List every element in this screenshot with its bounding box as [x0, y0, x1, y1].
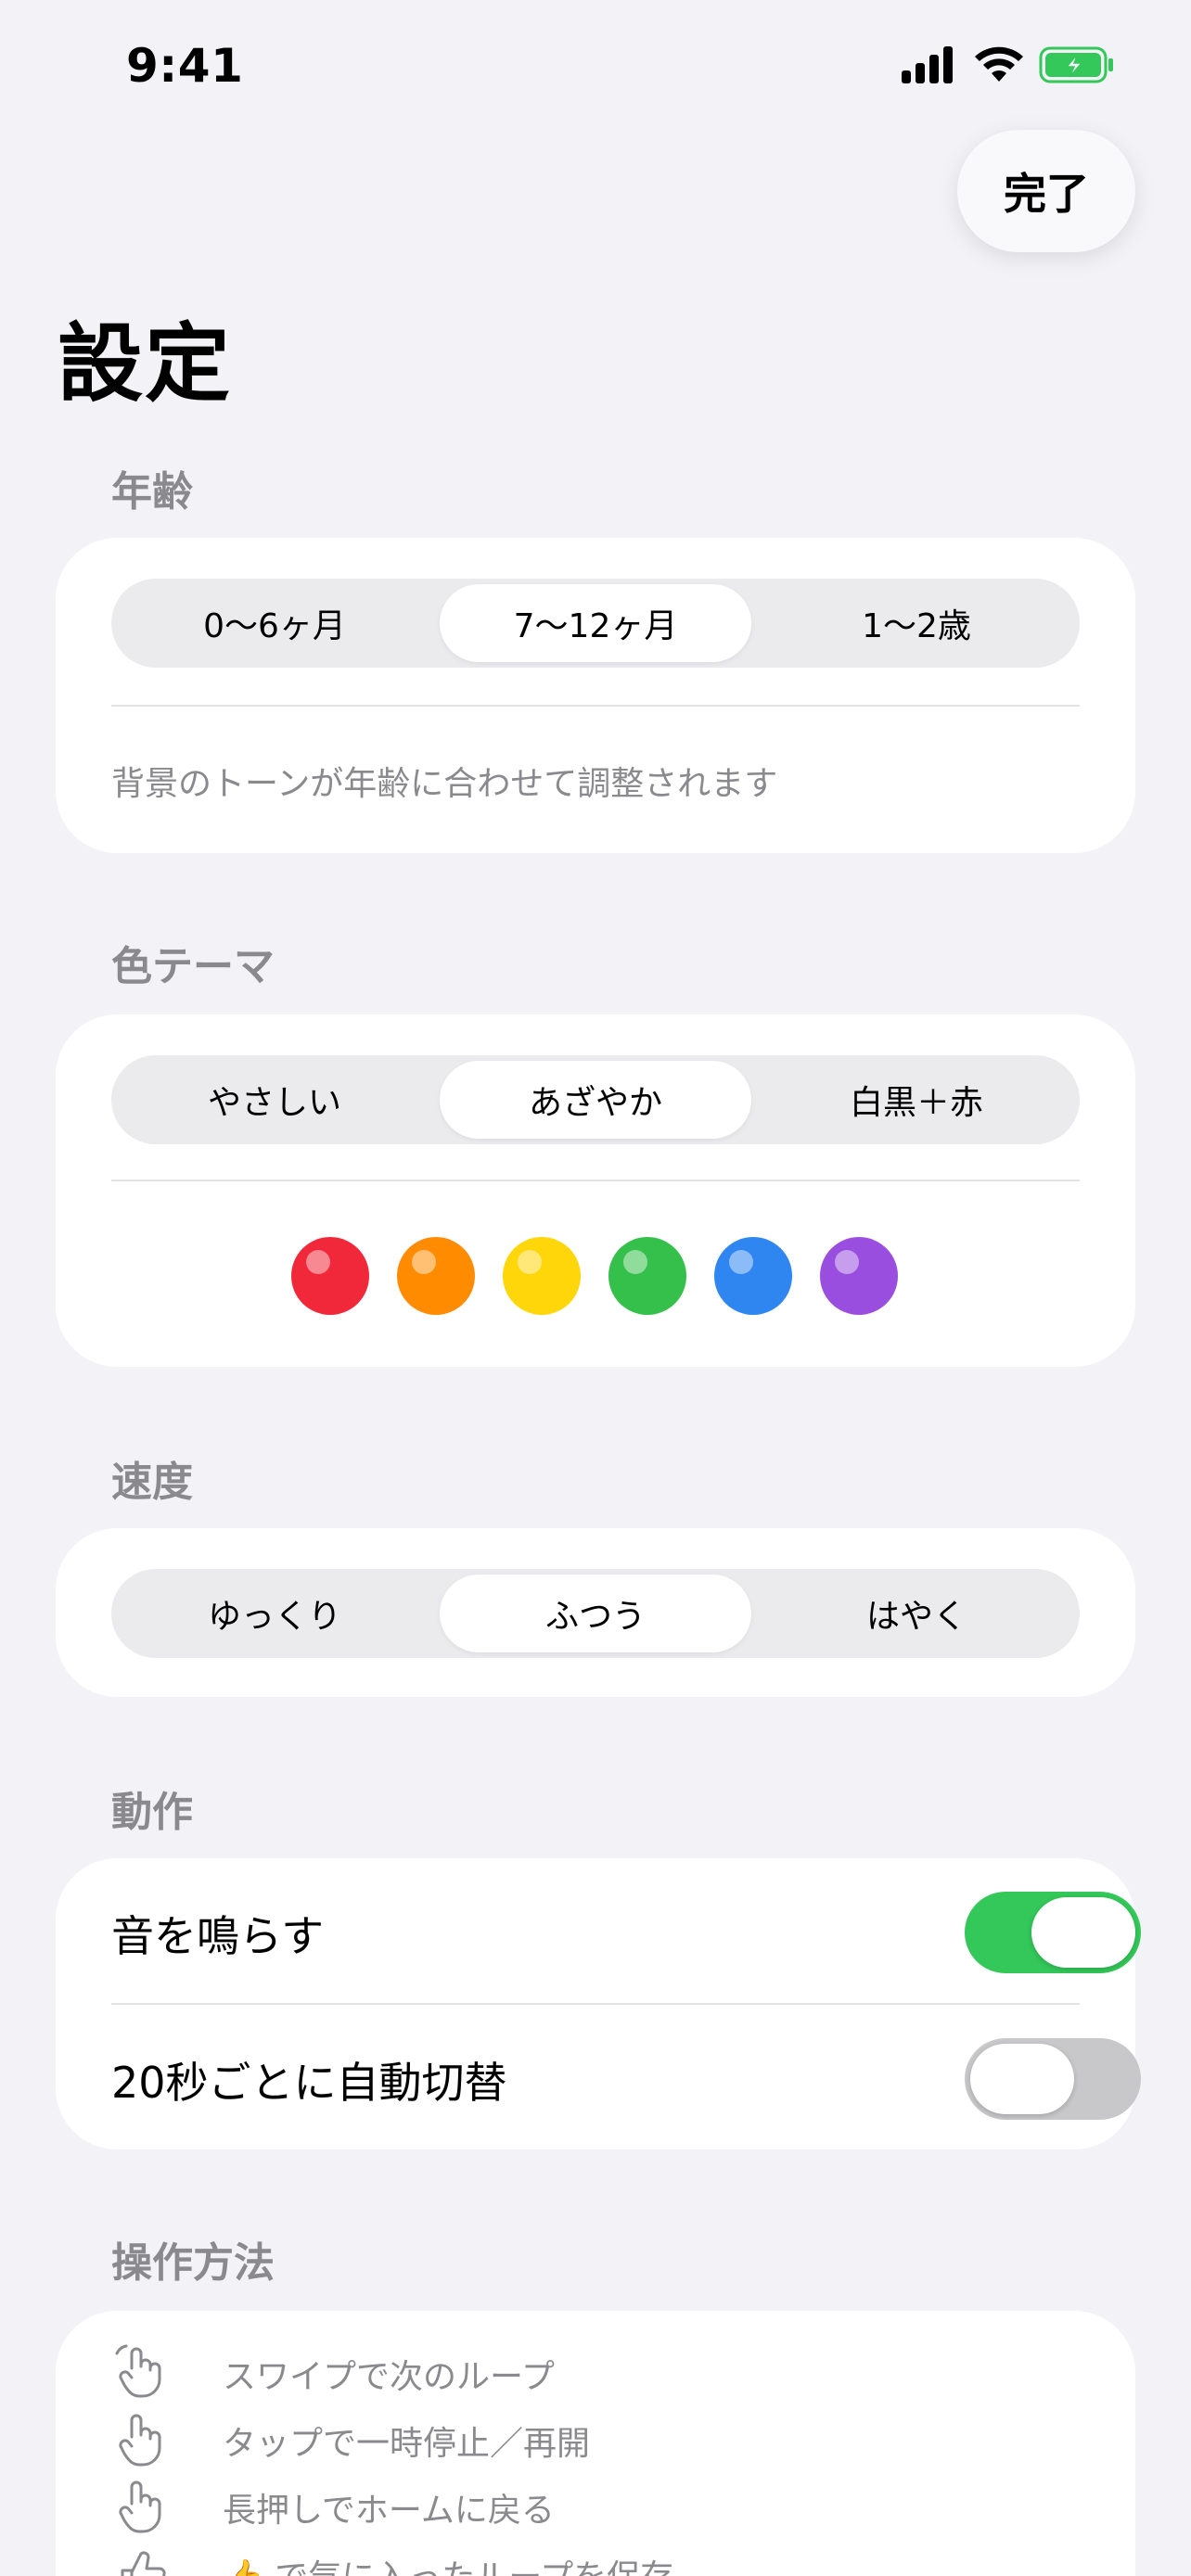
howto-text: 長押しでホームに戻る	[223, 2492, 555, 2530]
age-option-7-12m[interactable]: 7〜12ヶ月	[440, 584, 751, 662]
howto-item: タップで一時停止／再開	[111, 2411, 1039, 2467]
color-swatch-orange	[397, 1237, 475, 1315]
age-option-1-2y[interactable]: 1〜2歳	[761, 584, 1072, 662]
tap-hand-icon	[119, 2414, 161, 2467]
swipe-hand-icon	[115, 2344, 161, 2398]
thumbs-up-icon	[121, 2551, 166, 2576]
howto-item: スワイプで次のループ	[111, 2344, 1039, 2400]
cellular-signal-icon	[902, 46, 953, 83]
theme-option-gentle[interactable]: やさしい	[119, 1061, 430, 1139]
divider	[111, 2003, 1080, 2005]
color-swatch-yellow	[503, 1237, 581, 1315]
theme-option-vivid[interactable]: あざやか	[440, 1061, 751, 1139]
section-header-speed: 速度	[111, 1459, 193, 1506]
age-segmented-control: 0〜6ヶ月 7〜12ヶ月 1〜2歳	[111, 579, 1080, 668]
speed-option-fast[interactable]: はやく	[761, 1575, 1072, 1652]
toggle-knob	[1031, 1897, 1135, 1968]
speed-option-normal[interactable]: ふつう	[440, 1575, 751, 1652]
wifi-icon	[975, 46, 1023, 82]
done-button[interactable]: 完了	[957, 130, 1135, 252]
howto-text: タップで一時停止／再開	[223, 2425, 591, 2463]
behavior-card: 音を鳴らす 20秒ごとに自動切替	[56, 1858, 1141, 2149]
toggle-knob	[970, 2044, 1074, 2114]
section-header-theme: 色テーマ	[111, 943, 275, 990]
age-hint: 背景のトーンが年齢に合わせて調整されます	[111, 765, 778, 803]
section-header-behavior: 動作	[111, 1789, 193, 1836]
status-time: 9:41	[126, 39, 244, 93]
howto-text: スワイプで次のループ	[223, 2358, 555, 2396]
sound-toggle[interactable]	[965, 1892, 1141, 1973]
section-header-howto: 操作方法	[111, 2239, 275, 2287]
divider	[111, 705, 1080, 707]
theme-segmented-control: やさしい あざやか 白黒＋赤	[111, 1055, 1080, 1144]
color-swatch-green	[608, 1237, 686, 1315]
speed-option-slow[interactable]: ゆっくり	[119, 1575, 430, 1652]
section-header-age: 年齢	[111, 468, 193, 516]
speed-segmented-control: ゆっくり ふつう はやく	[111, 1569, 1080, 1658]
status-icons	[900, 45, 1122, 89]
age-option-0-6m[interactable]: 0〜6ヶ月	[119, 584, 430, 662]
age-card: 0〜6ヶ月 7〜12ヶ月 1〜2歳 背景のトーンが年齢に合わせて調整されます	[56, 538, 1135, 853]
howto-item: 👍 で気に入ったループを保存	[111, 2544, 1039, 2576]
battery-charging-icon	[1039, 46, 1113, 83]
howto-item: 長押しでホームに戻る	[111, 2478, 1039, 2533]
auto-switch-label: 20秒ごとに自動切替	[111, 2058, 507, 2108]
page-title: 設定	[58, 314, 233, 414]
speed-card: ゆっくり ふつう はやく	[56, 1528, 1135, 1697]
long-press-hand-icon	[119, 2480, 161, 2533]
auto-switch-toggle[interactable]	[965, 2038, 1141, 2120]
divider	[111, 1180, 1080, 1181]
color-swatch-purple	[820, 1237, 898, 1315]
howto-text: 👍 で気に入ったループを保存	[223, 2550, 673, 2576]
settings-screen: 9:41 完了 設定 年齢 0〜6ヶ月 7〜12ヶ月 1〜2歳 背景のトーンが年…	[0, 0, 1191, 2576]
color-swatch-red	[291, 1237, 369, 1315]
sound-label: 音を鳴らす	[111, 1911, 325, 1961]
color-swatch-blue	[714, 1237, 792, 1315]
theme-card: やさしい あざやか 白黒＋赤	[56, 1014, 1135, 1367]
theme-option-bw-red[interactable]: 白黒＋赤	[761, 1061, 1072, 1139]
